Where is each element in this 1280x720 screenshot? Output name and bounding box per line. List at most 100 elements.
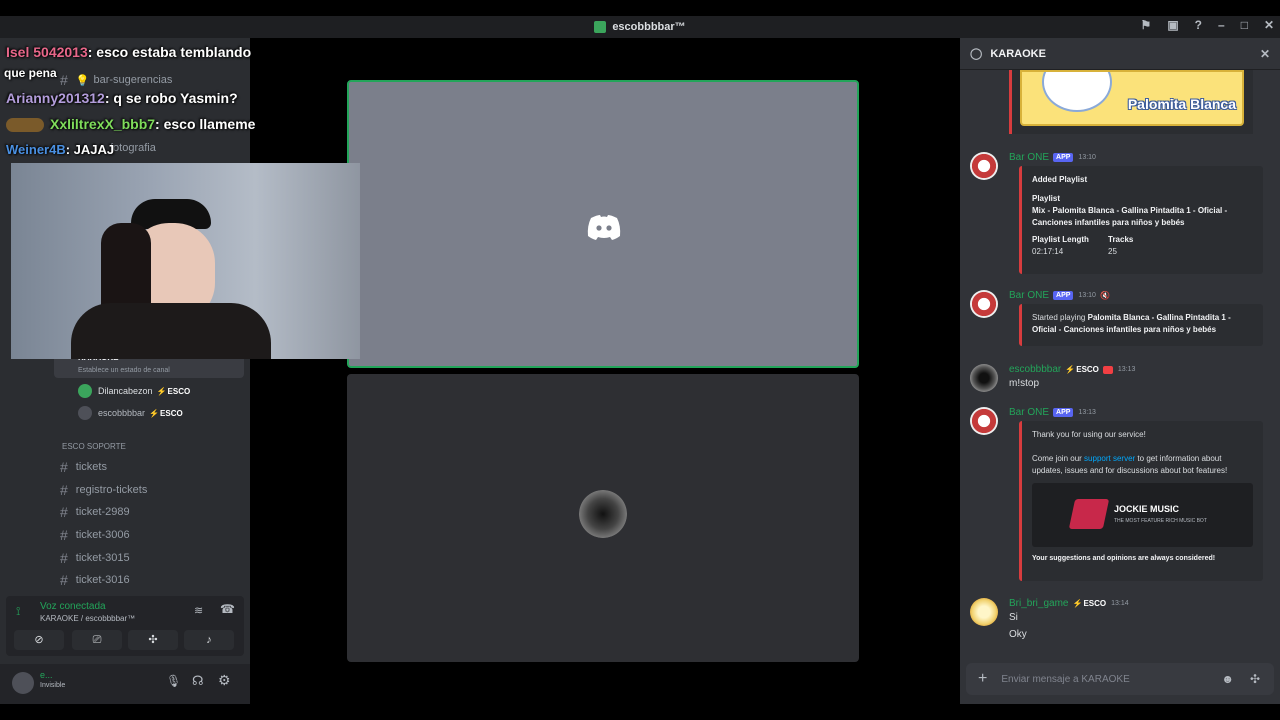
live-icon <box>1102 365 1113 374</box>
message-text: Si <box>1009 612 1018 623</box>
overlay-text: : q se robo Yasmin? <box>104 90 238 106</box>
message-time: 13:10 <box>1078 154 1096 161</box>
voice-user-name: Dilancabezon <box>98 386 153 396</box>
disconnect-icon[interactable]: ☎ <box>220 602 235 616</box>
hash-icon: # <box>60 572 68 588</box>
chat-bubble-icon: ◯ <box>970 48 983 60</box>
camera-off-button[interactable]: ⊘ <box>14 630 64 650</box>
add-attachment-icon[interactable]: + <box>978 670 987 688</box>
channel-ticket-2989[interactable]: # ticket-2989 <box>60 502 130 522</box>
channel-ticket-3006[interactable]: # ticket-3006 <box>60 525 130 545</box>
noise-suppression-icon[interactable]: ≋ <box>194 604 203 617</box>
overlay-text: que pena <box>4 66 57 80</box>
webcam-overlay <box>11 163 360 359</box>
voice-user[interactable]: Dilancabezon ESCO <box>78 384 190 398</box>
channel-tickets[interactable]: # tickets <box>60 457 107 477</box>
message-author[interactable]: Bar ONE <box>1009 407 1049 418</box>
voice-channel-status[interactable]: Establece un estado de canal <box>78 367 170 374</box>
headphones-icon[interactable]: ☊ <box>192 673 204 689</box>
message-author[interactable]: Bar ONE <box>1009 290 1049 301</box>
message-author[interactable]: Bar ONE <box>1009 152 1049 163</box>
chat-header: ◯ KARAOKE ✕ <box>960 38 1280 70</box>
overlay-chat-line: XxliltrexX_bbb7: esco llameme <box>6 116 255 133</box>
user-name[interactable]: e... <box>40 670 53 680</box>
minimize-icon[interactable]: – <box>1218 18 1225 32</box>
channel-label: tickets <box>75 461 107 473</box>
help-icon[interactable]: ? <box>1195 18 1202 32</box>
close-chat-icon[interactable]: ✕ <box>1260 47 1270 61</box>
channel-label: fotografia <box>110 142 156 154</box>
bot-avatar[interactable] <box>970 407 998 435</box>
overlay-user: Weiner4B <box>6 142 66 157</box>
app-badge: APP <box>1053 153 1074 162</box>
esco-badge: ESCO <box>149 409 183 418</box>
message-author[interactable]: escobbbbar <box>1009 364 1061 375</box>
channel-label: bar-sugerencias <box>93 74 173 86</box>
channel-label: ticket-3006 <box>75 529 130 541</box>
embed-field-value: Mix - Palomita Blanca - Gallina Pintadit… <box>1032 206 1228 227</box>
user-avatar[interactable] <box>12 672 34 694</box>
overlay-user: Isel 5042013 <box>6 44 88 60</box>
lightbulb-icon: 💡 <box>75 74 90 87</box>
signal-icon: ⟟ <box>16 604 21 618</box>
channel-label: ticket-2989 <box>75 506 130 518</box>
voice-location[interactable]: KARAOKE / escobbbbar™ <box>40 614 135 623</box>
bot-avatar[interactable] <box>970 152 998 180</box>
embed-text: Come join our <box>1032 454 1082 463</box>
app-badge: APP <box>1053 408 1074 417</box>
message-text: Oky <box>1009 629 1027 640</box>
avatar <box>78 406 92 420</box>
jockie-banner[interactable]: JOCKIE MUSIC THE MOST FEATURE RICH MUSIC… <box>1032 483 1253 547</box>
embed-footer: Your suggestions and opinions are always… <box>1032 555 1216 562</box>
emoji-icon[interactable]: ☻ <box>1221 672 1234 686</box>
soundboard-icon: ♪ <box>206 634 212 646</box>
message-time: 13:13 <box>1117 366 1136 373</box>
close-window-icon[interactable]: ✕ <box>1264 18 1274 32</box>
channel-registro-tickets[interactable]: # registro-tickets <box>60 480 147 500</box>
settings-gear-icon[interactable]: ⚙ <box>218 672 231 689</box>
hash-icon: # <box>60 459 68 475</box>
user-avatar[interactable] <box>970 598 998 626</box>
song-thumbnail[interactable]: Palomita Blanca <box>1020 70 1244 126</box>
microphone-icon[interactable]: 🎙 <box>166 674 181 688</box>
chat-panel: ◯ KARAOKE ✕ Palomita Blanca Bar ONE APP … <box>960 38 1280 704</box>
bot-avatar[interactable] <box>970 290 998 318</box>
esco-badge: ESCO <box>1072 599 1106 608</box>
activities-button[interactable]: ✣ <box>128 630 178 650</box>
channel-ticket-3015[interactable]: # ticket-3015 <box>60 548 130 568</box>
overlay-user: XxliltrexX_bbb7 <box>50 116 156 132</box>
screen-share-button[interactable]: ⎚ <box>72 630 122 650</box>
apps-icon[interactable]: ✣ <box>1250 672 1260 686</box>
channel-fotografia[interactable]: fotografia <box>110 138 156 158</box>
banner-brand: JOCKIE MUSIC <box>1114 504 1180 514</box>
embed-text: Thank you for using our service! <box>1032 430 1146 439</box>
message-time: 13:13 <box>1078 409 1096 416</box>
channel-bar-sugerencias[interactable]: # 💡 bar-sugerencias <box>60 70 172 90</box>
message-text: m!stop <box>1009 378 1040 389</box>
shirt-shape <box>71 303 271 359</box>
category-esco-soporte[interactable]: ESCO SOPORTE <box>62 442 126 451</box>
user-avatar[interactable] <box>970 364 998 392</box>
message-author[interactable]: Bri_bri_game <box>1009 598 1068 609</box>
overlay-chat-line: Arianny201312: q se robo Yasmin? <box>6 90 238 106</box>
embed-field-value: 02:17:14 <box>1032 247 1064 256</box>
video-tile-user[interactable] <box>347 374 859 662</box>
server-icon <box>594 21 607 33</box>
user-avatar <box>579 490 627 538</box>
overlay-text: : esco estaba temblando <box>87 44 252 60</box>
channel-ticket-3016[interactable]: # ticket-3016 <box>60 570 130 590</box>
banner-tagline: THE MOST FEATURE RICH MUSIC BOT <box>1114 518 1207 524</box>
overlay-text: : JAJAJ <box>65 142 115 157</box>
inbox-icon[interactable]: ▣ <box>1167 18 1178 32</box>
message-input[interactable]: + Enviar mensaje a KARAOKE ☻ ✣ <box>966 663 1274 695</box>
soundboard-button[interactable]: ♪ <box>184 630 234 650</box>
thumbnail-title: Palomita Blanca <box>1127 96 1236 112</box>
voice-user[interactable]: escobbbbar ESCO <box>78 406 183 420</box>
window-titlebar: escobbbbar™ ⚑ ▣ ? – □ ✕ <box>0 16 1280 38</box>
support-server-link[interactable]: support server <box>1084 454 1135 463</box>
maximize-icon[interactable]: □ <box>1241 18 1248 32</box>
channel-label: ticket-3015 <box>75 552 130 564</box>
voice-status[interactable]: Voz conectada <box>40 601 106 612</box>
video-tile-speaking[interactable] <box>347 80 859 368</box>
inbox-flag-icon[interactable]: ⚑ <box>1141 18 1152 32</box>
